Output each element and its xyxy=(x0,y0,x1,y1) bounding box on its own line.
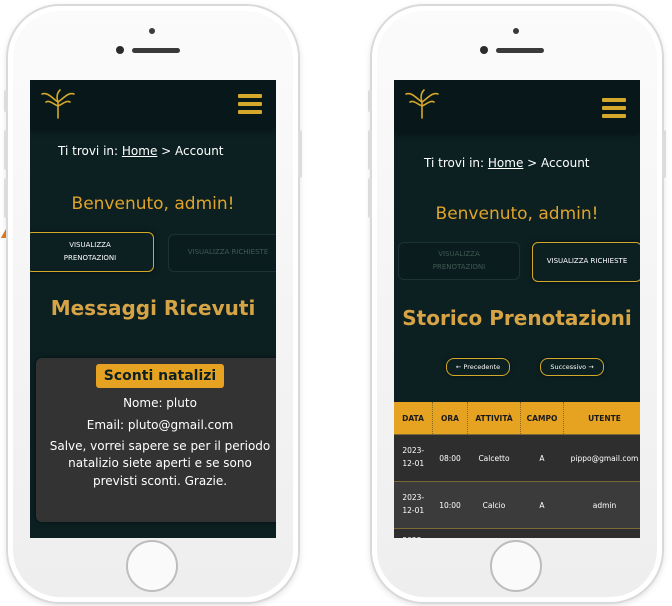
col-header-utente: UTENTE xyxy=(563,402,640,435)
volume-down-button xyxy=(368,178,372,218)
message-name: Nome: pluto xyxy=(123,396,197,410)
breadcrumb-separator: > xyxy=(161,144,172,158)
col-header-data: DATA xyxy=(394,402,433,435)
hamburger-menu-icon[interactable] xyxy=(238,94,262,114)
breadcrumb-separator: > xyxy=(527,156,538,170)
welcome-heading: Benvenuto, admin! xyxy=(435,204,599,224)
table-row: 2023- 12-01 10:00 Calcio A admin xyxy=(394,481,640,529)
breadcrumb: Ti trovi in: Home > Account xyxy=(58,144,224,158)
message-card: Sconti natalizi Nome: pluto Email: pluto… xyxy=(36,358,276,522)
col-header-attivita: ATTIVITÀ xyxy=(467,402,521,435)
phone-frame-right: Ti trovi in: Home > Account Benvenuto, a… xyxy=(368,6,666,602)
cell-utente xyxy=(563,528,640,538)
table-header-row: DATA ORA ATTIVITÀ CAMPO UTENTE xyxy=(394,402,640,435)
cell-ora: 08:00 xyxy=(432,434,468,482)
cell-utente: pippo@gmail.com xyxy=(563,434,640,482)
cell-utente: admin xyxy=(563,481,640,529)
welcome-heading: Benvenuto, admin! xyxy=(71,194,235,214)
message-email: Email: pluto@gmail.com xyxy=(86,418,234,432)
cell-ora: 10:00 xyxy=(432,481,468,529)
breadcrumb: Ti trovi in: Home > Account xyxy=(424,156,590,170)
breadcrumb-home-link[interactable]: Home xyxy=(122,144,157,158)
volume-up-button xyxy=(368,130,372,170)
cell-attivita xyxy=(467,528,521,538)
cell-date: 2023- xyxy=(394,528,433,538)
navbar xyxy=(394,80,640,132)
cell-campo: A xyxy=(520,434,564,482)
section-title: Messaggi Ricevuti xyxy=(50,296,256,320)
earpiece-speaker xyxy=(496,48,544,53)
breadcrumb-prefix: Ti trovi in: xyxy=(424,156,485,170)
bookings-table: DATA ORA ATTIVITÀ CAMPO UTENTE 2023- 12-0… xyxy=(394,402,640,538)
section-title: Storico Prenotazioni xyxy=(402,306,632,330)
screen-account-messages: Ti trovi in: Home > Account Benvenuto, a… xyxy=(30,80,276,538)
front-camera xyxy=(513,28,519,34)
volume-up-button xyxy=(4,130,8,170)
front-camera xyxy=(149,28,155,34)
breadcrumb-current: Account xyxy=(175,144,224,158)
volume-down-button xyxy=(4,178,8,218)
tab-visualizza-prenotazioni[interactable]: VISUALIZZA PRENOTAZIONI xyxy=(398,242,520,280)
home-button[interactable] xyxy=(490,540,542,592)
screen-account-bookings: Ti trovi in: Home > Account Benvenuto, a… xyxy=(394,80,640,538)
cell-campo xyxy=(520,528,564,538)
breadcrumb-current: Account xyxy=(541,156,590,170)
navbar xyxy=(30,80,276,128)
mute-switch xyxy=(4,90,8,112)
tab-visualizza-prenotazioni[interactable]: VISUALIZZA PRENOTAZIONI xyxy=(30,232,154,272)
mute-switch xyxy=(368,90,372,112)
breadcrumb-prefix: Ti trovi in: xyxy=(58,144,119,158)
power-button xyxy=(298,130,302,178)
prev-page-button[interactable]: ← Precedente xyxy=(446,358,510,376)
hamburger-menu-icon[interactable] xyxy=(602,98,626,118)
message-subject: Sconti natalizi xyxy=(95,364,225,388)
table-row: 2023- xyxy=(394,528,640,538)
cell-attivita: Calcio xyxy=(467,481,521,529)
brand-logo-icon[interactable] xyxy=(38,88,78,120)
proximity-sensor xyxy=(116,46,124,54)
power-button xyxy=(662,130,666,178)
cell-campo: A xyxy=(520,481,564,529)
tab-visualizza-richieste[interactable]: VISUALIZZA RICHIESTE xyxy=(532,242,640,282)
tab-visualizza-richieste[interactable]: VISUALIZZA RICHIESTE xyxy=(168,234,276,272)
cell-attivita: Calcetto xyxy=(467,434,521,482)
phone-frame-left: Ti trovi in: Home > Account Benvenuto, a… xyxy=(4,6,302,602)
col-header-ora: ORA xyxy=(432,402,468,435)
proximity-sensor xyxy=(480,46,488,54)
breadcrumb-home-link[interactable]: Home xyxy=(488,156,523,170)
cell-date: 2023- 12-01 xyxy=(394,434,433,482)
message-body: Salve, vorrei sapere se per il periodo n… xyxy=(49,439,271,488)
cell-ora xyxy=(432,528,468,538)
home-button[interactable] xyxy=(126,540,178,592)
cell-date: 2023- 12-01 xyxy=(394,481,433,529)
table-row: 2023- 12-01 08:00 Calcetto A pippo@gmail.… xyxy=(394,434,640,482)
brand-logo-icon[interactable] xyxy=(402,88,442,120)
earpiece-speaker xyxy=(132,48,180,53)
next-page-button[interactable]: Successivo → xyxy=(540,358,604,376)
col-header-campo: CAMPO xyxy=(520,402,564,435)
